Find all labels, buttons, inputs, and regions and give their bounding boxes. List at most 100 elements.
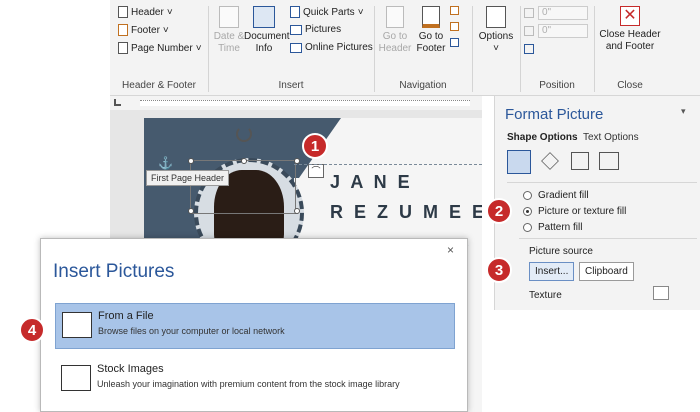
stock-images-option[interactable]: Stock Images Unleash your imagination wi… [55, 357, 455, 403]
close-header-footer-button[interactable]: ✕ Close Header and Footer [598, 6, 662, 53]
tab-shape-options[interactable]: Shape Options [507, 132, 578, 143]
resume-first-name: J A N E [330, 172, 413, 192]
header-icon [118, 6, 128, 18]
online-pictures-icon [290, 42, 302, 53]
chevron-down-icon: ˅ [357, 6, 364, 18]
picture-icon[interactable] [599, 152, 619, 170]
pane-options-chevron-icon[interactable]: ▾ [681, 106, 686, 117]
next-icon[interactable] [450, 22, 459, 31]
ruler-scale [140, 100, 470, 106]
quick-parts-button[interactable]: Quick Parts ˅ [290, 6, 364, 18]
stock-images-title: Stock Images [97, 363, 164, 375]
group-separator [472, 6, 473, 92]
from-file-option[interactable]: From a File Browse files on your compute… [55, 303, 455, 349]
close-icon: ✕ [620, 6, 640, 26]
header-boundary [294, 164, 482, 165]
group-label-insert: Insert [278, 80, 304, 91]
options-icon [486, 6, 506, 28]
options-button[interactable]: Options ˅ [476, 6, 516, 55]
calendar-icon [219, 6, 239, 28]
effects-icon[interactable] [541, 152, 559, 170]
page-number-button[interactable]: Page Number ˅ [118, 42, 202, 54]
radio-icon [523, 223, 532, 232]
footer-from-bottom-input[interactable]: 0" [538, 24, 588, 38]
header-from-top-icon [524, 8, 534, 18]
resize-handle[interactable] [241, 158, 247, 164]
date-time-button[interactable]: Date & Time [212, 6, 246, 55]
resume-last-name: R E Z U M E E T [330, 202, 482, 222]
pane-divider [507, 182, 697, 183]
group-label-position: Position [539, 80, 575, 91]
group-separator [520, 6, 521, 92]
online-pictures-button[interactable]: Online Pictures [290, 42, 373, 53]
chevron-down-icon: ˅ [195, 42, 202, 54]
clipboard-button[interactable]: Clipboard [579, 262, 634, 281]
ribbon: Header ˅ Footer ˅ Page Number ˅ Header & Fo… [110, 0, 700, 96]
horizontal-ruler [110, 96, 482, 110]
group-separator [208, 6, 209, 92]
document-info-icon [253, 6, 275, 28]
pane-divider [519, 238, 697, 239]
radio-icon [523, 191, 532, 200]
radio-selected-icon [523, 207, 532, 216]
dialog-close-button[interactable]: × [447, 243, 454, 257]
step-badge-3: 3 [486, 257, 512, 283]
from-file-desc: Browse files on your computer or local n… [98, 326, 285, 336]
texture-picker-icon[interactable] [653, 286, 669, 300]
pattern-fill-radio[interactable]: Pattern fill [523, 222, 582, 233]
group-label-header-footer: Header & Footer [122, 80, 196, 91]
tab-text-options[interactable]: Text Options [583, 132, 639, 143]
step-badge-4: 4 [19, 317, 45, 343]
group-label-close: Close [617, 80, 643, 91]
footer-button[interactable]: Footer ˅ [118, 24, 169, 36]
group-separator [594, 6, 595, 92]
layout-options-icon[interactable]: ⌒ [308, 164, 324, 178]
header-from-top-input[interactable]: 0" [538, 6, 588, 20]
picture-source-label: Picture source [529, 246, 593, 257]
picture-texture-fill-radio[interactable]: Picture or texture fill [523, 206, 626, 217]
header-tag: First Page Header [146, 170, 230, 186]
stock-images-icon [61, 365, 91, 391]
goto-header-icon [386, 6, 404, 28]
tab-selector-icon[interactable] [114, 99, 121, 106]
insert-pictures-dialog: × Insert Pictures From a File Browse fil… [40, 238, 468, 412]
insert-button[interactable]: Insert... [529, 262, 575, 281]
resize-handle[interactable] [294, 208, 300, 214]
anchor-icon: ⚓ [158, 156, 173, 170]
fill-line-icon[interactable] [507, 150, 531, 174]
rotate-handle-icon[interactable] [236, 126, 252, 142]
header-button[interactable]: Header ˅ [118, 6, 173, 18]
page-number-icon [118, 42, 128, 54]
step-badge-1: 1 [302, 133, 328, 159]
link-to-previous-icon[interactable] [450, 38, 459, 47]
format-picture-pane: Format Picture ▾ Shape Options Text Opti… [494, 96, 700, 310]
dialog-title: Insert Pictures [53, 261, 175, 282]
from-file-icon [62, 312, 92, 338]
stock-images-desc: Unleash your imagination with premium co… [97, 379, 400, 389]
goto-footer-icon [422, 6, 440, 28]
format-picture-title: Format Picture [505, 106, 604, 123]
insert-alignment-tab-icon[interactable] [524, 44, 534, 54]
chevron-down-icon: ˅ [166, 6, 173, 18]
texture-label: Texture [529, 290, 562, 301]
previous-icon[interactable] [450, 6, 459, 15]
footer-icon [118, 24, 128, 36]
from-file-title: From a File [98, 310, 154, 322]
resize-handle[interactable] [188, 208, 194, 214]
document-info-button[interactable]: Document Info [244, 6, 290, 55]
pictures-icon [290, 24, 302, 35]
gradient-fill-radio[interactable]: Gradient fill [523, 190, 589, 201]
group-label-navigation: Navigation [399, 80, 447, 91]
selection-box [190, 160, 296, 214]
group-separator [374, 6, 375, 92]
step-badge-2: 2 [486, 198, 512, 224]
chevron-down-icon: ˅ [162, 24, 169, 36]
footer-from-bottom-icon [524, 26, 534, 36]
size-properties-icon[interactable] [571, 152, 589, 170]
pictures-button[interactable]: Pictures [290, 24, 341, 35]
goto-footer-button[interactable]: Go to Footer [414, 6, 448, 55]
quick-parts-icon [290, 6, 300, 18]
chevron-down-icon: ˅ [493, 43, 499, 54]
resize-handle[interactable] [188, 158, 194, 164]
goto-header-button[interactable]: Go to Header [378, 6, 412, 55]
